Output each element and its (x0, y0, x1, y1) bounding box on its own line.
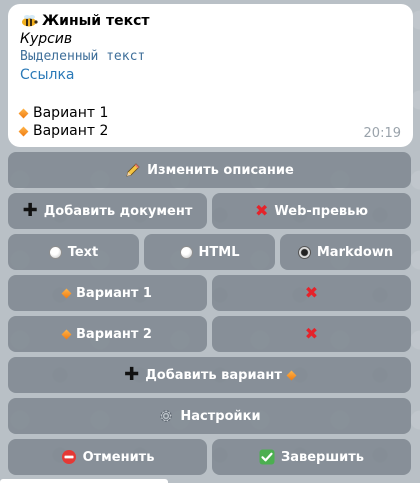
web-preview-label: Web-превью (274, 203, 368, 219)
edit-description-button[interactable]: Изменить описание (8, 152, 411, 188)
red-x-icon: ✖ (255, 201, 269, 220)
message-option-2: Вариант 2 (18, 122, 401, 140)
web-preview-button[interactable]: ✖ Web-превью (212, 193, 411, 229)
option-2-label: Вариант 2 (76, 326, 152, 342)
check-mark-icon (259, 449, 275, 465)
message-title-line: Жиный текст (20, 12, 401, 30)
settings-button[interactable]: Настройки (8, 398, 411, 434)
format-html-button[interactable]: HTML (144, 234, 275, 270)
delete-option-1-button[interactable]: ✖ (212, 275, 411, 311)
delete-option-2-button[interactable]: ✖ (212, 316, 411, 352)
plus-icon: ✚ (22, 200, 38, 221)
input-bar-edge (0, 479, 168, 483)
cancel-label: Отменить (82, 449, 155, 465)
settings-label: Настройки (180, 408, 261, 424)
option-1-label: Вариант 1 (76, 285, 152, 301)
add-document-button[interactable]: ✚ Добавить документ (8, 193, 207, 229)
radio-selected-icon (297, 245, 311, 259)
red-x-icon: ✖ (304, 283, 319, 302)
add-option-label: Добавить вариант (145, 367, 282, 383)
option-2-button[interactable]: Вариант 2 (8, 316, 207, 352)
gear-icon (158, 408, 174, 424)
radio-unselected-icon (179, 245, 193, 259)
format-text-label: Text (67, 244, 99, 260)
format-markdown-label: Markdown (316, 244, 394, 260)
no-entry-icon (61, 449, 77, 465)
format-text-button[interactable]: Text (8, 234, 139, 270)
add-document-label: Добавить документ (43, 203, 193, 219)
message-link[interactable]: Ссылка (20, 66, 401, 84)
red-x-icon: ✖ (304, 324, 319, 343)
pencil-icon (125, 162, 141, 178)
orange-diamond-icon (18, 126, 29, 136)
plus-icon: ✚ (124, 364, 140, 385)
message-option-2-label: Вариант 2 (33, 123, 109, 139)
orange-diamond-icon (286, 370, 297, 380)
message-highlighted-text: Выделенный текст (20, 49, 146, 64)
bee-icon (20, 14, 38, 28)
radio-unselected-icon (48, 245, 62, 259)
format-html-label: HTML (198, 244, 240, 260)
orange-diamond-icon (18, 108, 29, 118)
message-italic-text: Курсив (20, 31, 73, 47)
message-timestamp: 20:19 (363, 126, 401, 141)
message-option-1-label: Вариант 1 (33, 105, 109, 121)
orange-diamond-icon (61, 288, 72, 298)
orange-diamond-icon (61, 329, 72, 339)
option-1-button[interactable]: Вариант 1 (8, 275, 207, 311)
message-option-1: Вариант 1 (18, 104, 401, 122)
finish-label: Завершить (280, 449, 365, 465)
format-markdown-button[interactable]: Markdown (280, 234, 411, 270)
cancel-button[interactable]: Отменить (8, 439, 207, 475)
message-bubble: Жиный текст Курсив Выделенный текст Ссыл… (8, 4, 413, 147)
message-title: Жиный текст (42, 13, 150, 29)
add-option-button[interactable]: ✚ Добавить вариант (8, 357, 411, 393)
edit-description-label: Изменить описание (147, 162, 294, 178)
finish-button[interactable]: Завершить (212, 439, 411, 475)
